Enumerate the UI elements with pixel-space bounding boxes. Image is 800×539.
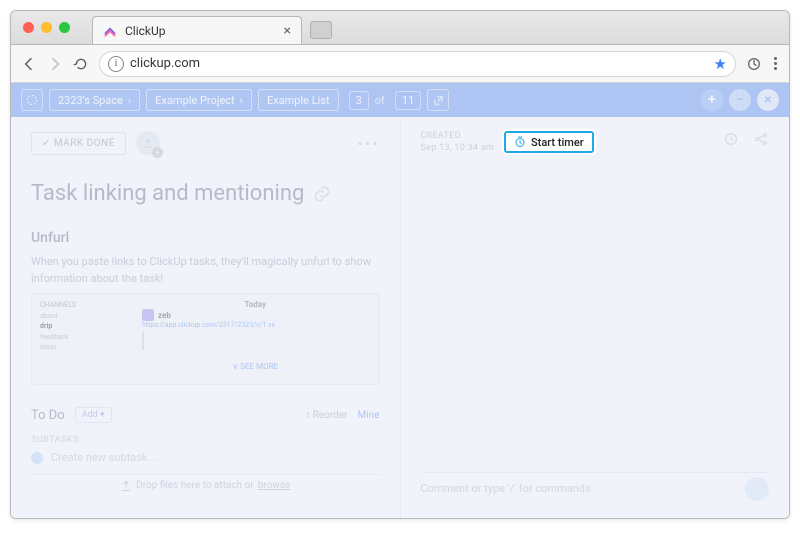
breadcrumb-list[interactable]: Example List	[258, 89, 339, 111]
share-icon[interactable]	[753, 131, 769, 147]
reorder-button[interactable]: ↕ Reorder	[305, 410, 347, 421]
space-icon[interactable]	[21, 89, 43, 111]
timer-icon	[514, 136, 526, 148]
close-task-button[interactable]: ×	[757, 89, 779, 111]
mark-done-button[interactable]: ✓ MARK DONE	[31, 132, 126, 155]
task-title[interactable]: Task linking and mentioning	[31, 181, 380, 206]
window-close[interactable]	[23, 22, 34, 33]
task-left-pane: ✓ MARK DONE + ••• Task linking and menti…	[11, 117, 401, 518]
task-total: 11	[395, 91, 421, 110]
unfurl-heading: Unfurl	[31, 230, 380, 246]
tab-title: ClickUp	[125, 24, 276, 38]
browser-window: ClickUp × i clickup.com ★	[10, 10, 790, 519]
start-timer-label: Start timer	[531, 136, 584, 149]
assignee-avatar[interactable]: +	[136, 131, 160, 155]
reload-button[interactable]	[73, 56, 89, 72]
back-button[interactable]	[21, 56, 37, 72]
new-subtask-input[interactable]: Create new subtask...	[31, 451, 380, 464]
clickup-extension-icon[interactable]	[746, 56, 762, 72]
tab-strip: ClickUp ×	[11, 11, 789, 45]
mine-filter[interactable]: Mine	[358, 410, 380, 421]
task-breadcrumb-bar: 2323's Space› Example Project› Example L…	[11, 83, 789, 117]
chevron-right-icon: ›	[240, 94, 243, 107]
task-more-menu[interactable]: •••	[357, 134, 379, 153]
send-comment-button[interactable]	[745, 477, 769, 501]
breadcrumb-project[interactable]: Example Project›	[146, 89, 252, 111]
add-assignee-icon[interactable]: +	[152, 147, 163, 158]
todo-label: To Do	[31, 408, 65, 423]
open-external-icon[interactable]	[427, 89, 449, 111]
task-index: 3	[349, 91, 369, 110]
description-section: Unfurl When you paste links to ClickUp t…	[31, 230, 380, 385]
of-label: of	[375, 94, 385, 107]
task-body: ✓ MARK DONE + ••• Task linking and menti…	[11, 117, 789, 518]
status-circle-icon	[31, 452, 43, 464]
browser-toolbar: i clickup.com ★	[11, 45, 789, 83]
url-text: clickup.com	[130, 56, 200, 71]
add-button[interactable]: +	[701, 89, 723, 111]
new-tab-button[interactable]	[310, 21, 332, 39]
start-timer-tooltip[interactable]: Start timer	[504, 131, 594, 153]
add-todo-button[interactable]: Add ▾	[75, 407, 112, 423]
created-meta: CREATED Sep 13, 10:34 am	[421, 131, 770, 153]
slack-preview-image: CHANNELS about drip feedback ideas Today…	[31, 293, 380, 385]
window-controls	[21, 11, 76, 44]
window-minimize[interactable]	[41, 22, 52, 33]
subtasks-label: SUBTASKS	[31, 435, 380, 445]
upload-icon	[120, 480, 132, 492]
bookmark-star-icon[interactable]: ★	[714, 55, 727, 73]
forward-button[interactable]	[47, 56, 63, 72]
clickup-favicon-icon	[103, 24, 117, 38]
minimize-task-button[interactable]: −	[729, 89, 751, 111]
browse-link[interactable]: browse	[258, 480, 291, 491]
address-bar[interactable]: i clickup.com ★	[99, 51, 736, 77]
link-icon	[312, 184, 332, 204]
window-maximize[interactable]	[59, 22, 70, 33]
breadcrumb-space[interactable]: 2323's Space›	[49, 89, 140, 111]
clickup-app: 2323's Space› Example Project› Example L…	[11, 83, 789, 518]
tab-close-icon[interactable]: ×	[284, 23, 291, 39]
site-info-icon[interactable]: i	[108, 56, 124, 72]
unfurl-body: When you paste links to ClickUp tasks, t…	[31, 254, 380, 287]
browser-menu-button[interactable]	[772, 57, 779, 70]
todo-section-header: To Do Add ▾ ↕ Reorder Mine	[31, 407, 380, 423]
watch-icon[interactable]	[723, 131, 739, 147]
browser-tab[interactable]: ClickUp ×	[92, 16, 302, 44]
attachment-dropzone[interactable]: Drop files here to attach or browse	[31, 474, 380, 496]
chevron-right-icon: ›	[128, 94, 131, 107]
comment-input[interactable]: Comment or type '/' for commands	[421, 472, 770, 504]
task-right-pane: CREATED Sep 13, 10:34 am Comment or type…	[401, 117, 790, 518]
